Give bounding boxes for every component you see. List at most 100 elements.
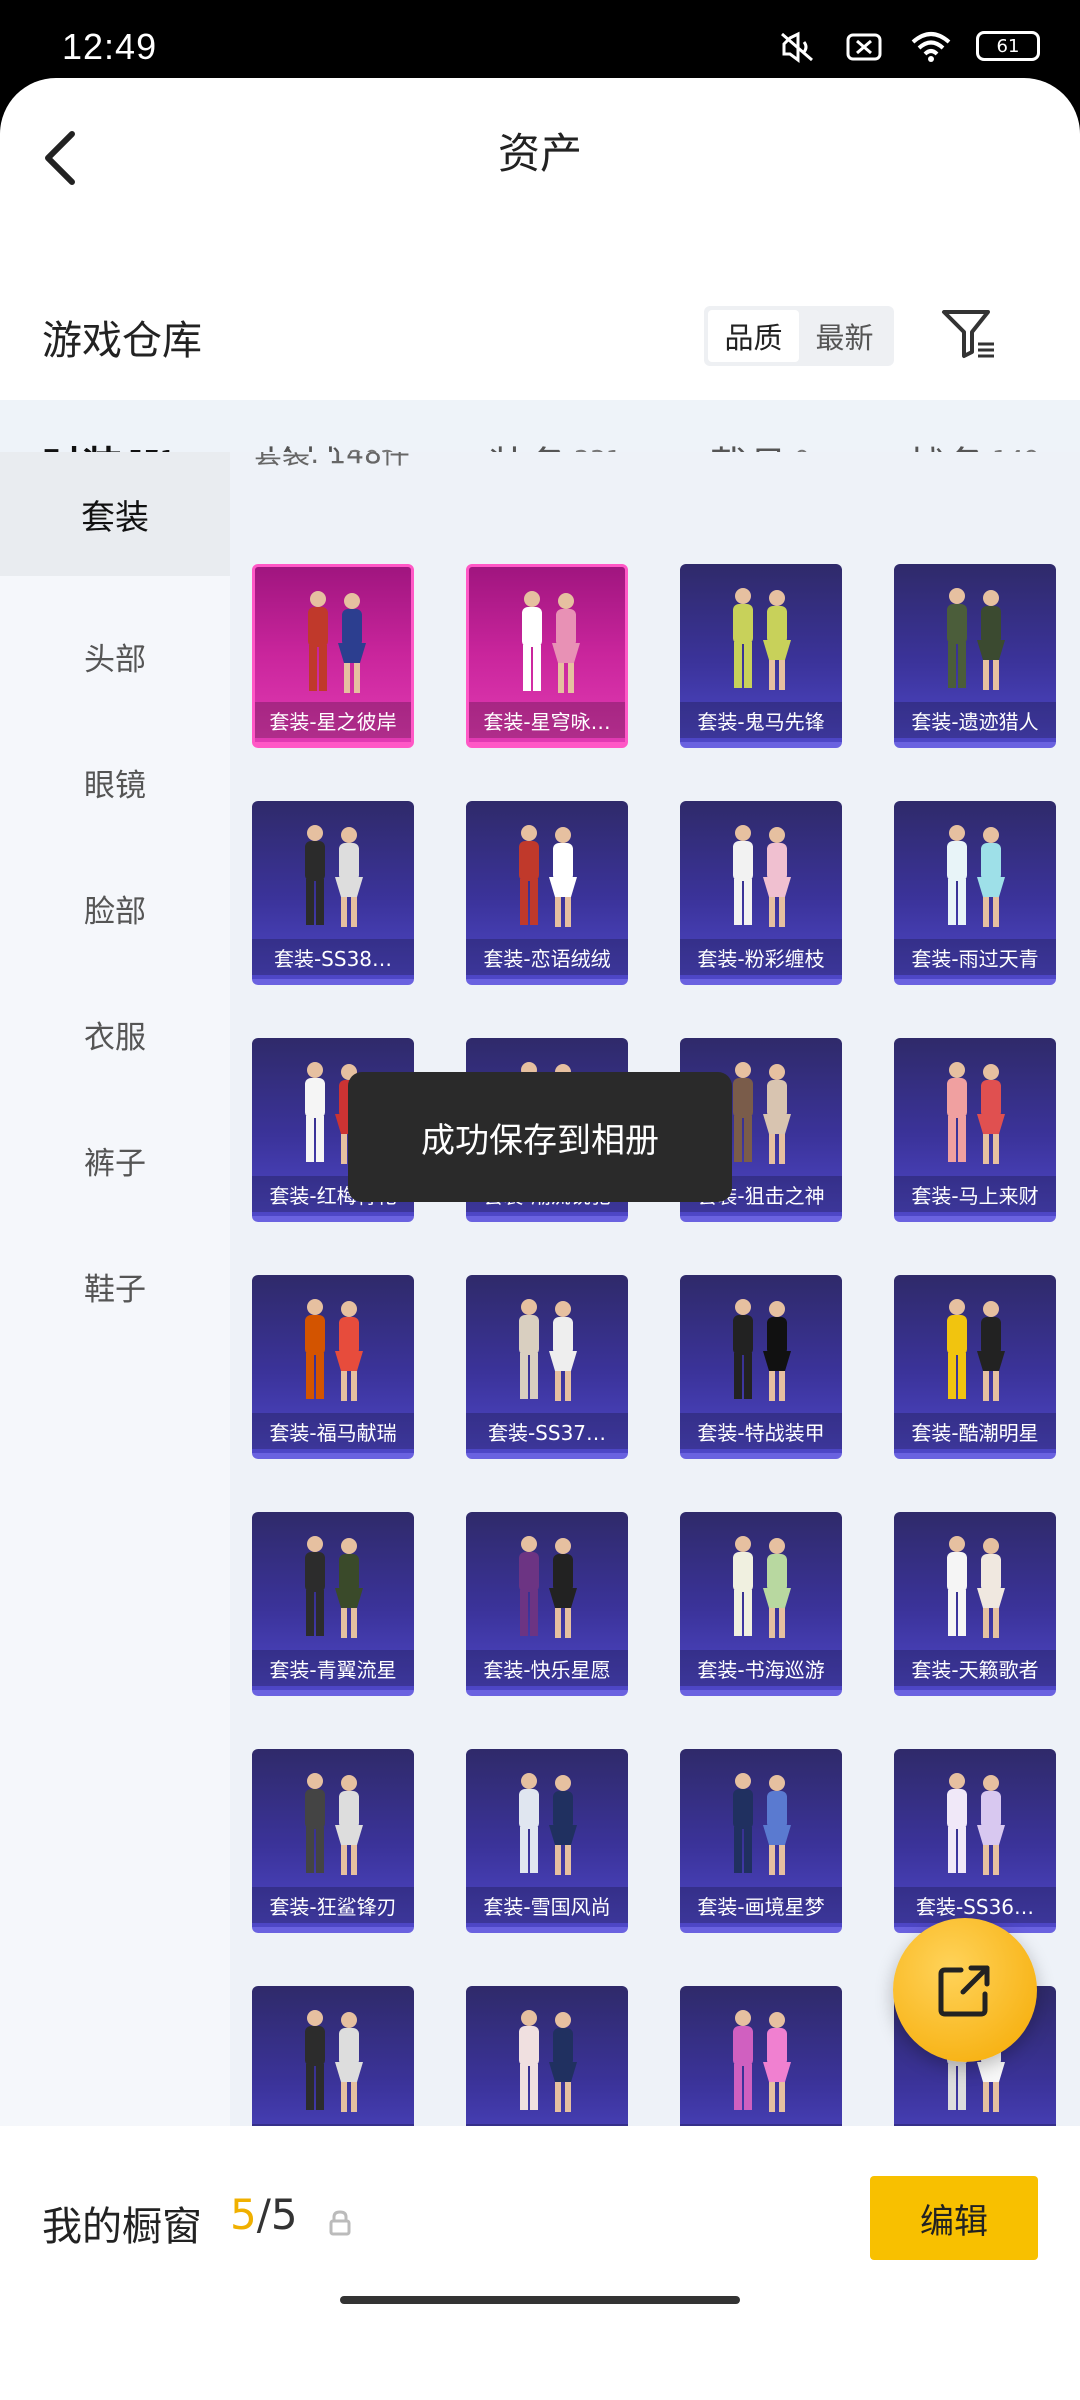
outfit-preview: [733, 1299, 791, 1401]
outfit-card[interactable]: 套装-马上来财: [894, 1038, 1056, 1222]
outfit-card-label: 套装-星穹咏…: [469, 702, 625, 738]
outfit-preview: [519, 1299, 577, 1401]
sidebar-item-suit[interactable]: 套装: [0, 452, 230, 576]
outfit-card-label: 套装-狂鲨锋刃: [252, 1887, 414, 1923]
outfit-preview: [947, 1536, 1005, 1638]
sort-toggle: 品质 最新: [704, 306, 894, 366]
outfit-card-label: 套装-特战装甲: [680, 1413, 842, 1449]
outfit-preview: [733, 1773, 791, 1875]
filter-button[interactable]: [940, 306, 996, 362]
outfit-card-label: 套装-福马献瑞: [252, 1413, 414, 1449]
outfit-card[interactable]: 套装-天籁歌者: [894, 1512, 1056, 1696]
outfit-preview: [947, 825, 1005, 927]
outfit-card-label: 套装-书海巡游: [680, 1650, 842, 1686]
subcategory-sidebar: 套装 头部 眼镜 脸部 衣服 裤子 鞋子: [0, 452, 230, 2126]
outfit-card[interactable]: 套装-炫彩糖果: [680, 1986, 842, 2126]
sidebar-item-pants[interactable]: 裤子: [0, 1098, 230, 1222]
home-indicator[interactable]: [340, 2296, 740, 2304]
outfit-preview: [308, 591, 366, 693]
lock-icon: [328, 2210, 352, 2236]
outfit-card[interactable]: 套装-SS38…: [252, 801, 414, 985]
outfit-card-label: 套装-雨过天青: [894, 939, 1056, 975]
outfit-card-label: 套装-画境星梦: [680, 1887, 842, 1923]
outfit-preview: [733, 2010, 791, 2112]
outfit-preview: [733, 588, 791, 690]
outfit-card[interactable]: 套装-星之彼岸: [252, 564, 414, 748]
outfit-preview: [305, 1773, 363, 1875]
outfit-card[interactable]: 套装-画境星梦: [680, 1749, 842, 1933]
outfit-card-label: 套装-酷潮明星: [894, 1413, 1056, 1449]
outfit-preview: [519, 2010, 577, 2112]
sort-quality-option[interactable]: 品质: [708, 310, 799, 362]
outfit-card[interactable]: 套装-书海巡游: [680, 1512, 842, 1696]
no-sim-icon: [844, 30, 884, 62]
outfit-card-label: 套装-星之彼岸: [255, 702, 411, 738]
outfit-card[interactable]: 套装-星穹咏…: [466, 564, 628, 748]
outfit-card-label: 套装-琴音绮想: [252, 2124, 414, 2126]
outfit-card-label: 套装-青翼流星: [252, 1650, 414, 1686]
outfit-card[interactable]: 套装-福马献瑞: [252, 1275, 414, 1459]
page-title: 资产: [497, 129, 582, 178]
outfit-card[interactable]: 套装-粉彩缠枝: [680, 801, 842, 985]
outfit-preview: [733, 1536, 791, 1638]
outfit-preview: [947, 1299, 1005, 1401]
warehouse-title: 游戏仓库: [42, 318, 202, 364]
outfit-card[interactable]: 套装-恋语绒绒: [466, 801, 628, 985]
status-time: 12:49: [62, 26, 158, 67]
outfit-card[interactable]: 套装-特战装甲: [680, 1275, 842, 1459]
outfit-card-label: 套装-SS38…: [252, 939, 414, 975]
outfit-preview: [947, 1062, 1005, 1164]
filter-icon: [942, 310, 994, 358]
toast-message: 成功保存到相册: [348, 1072, 732, 1202]
outfit-card-label: 套装-快乐星愿: [466, 1650, 628, 1686]
sidebar-item-glasses[interactable]: 眼镜: [0, 720, 230, 844]
outfit-card-label: 套装-午间小调: [894, 2124, 1056, 2126]
outfit-preview: [947, 1773, 1005, 1875]
sidebar-item-face[interactable]: 脸部: [0, 846, 230, 970]
outfit-preview: [305, 825, 363, 927]
sort-latest-option[interactable]: 最新: [799, 310, 890, 362]
share-icon: [938, 1965, 990, 2017]
outfit-card-label: 套装-雪国风尚: [466, 1887, 628, 1923]
sidebar-item-head[interactable]: 头部: [0, 594, 230, 718]
outfit-preview: [947, 588, 1005, 690]
outfit-card-label: 套装-粉彩缠枝: [680, 939, 842, 975]
outfit-card[interactable]: 套装-鬼马先锋: [680, 564, 842, 748]
edit-button[interactable]: 编辑: [870, 2176, 1038, 2260]
wifi-icon: [910, 30, 951, 62]
outfit-preview: [519, 1536, 577, 1638]
outfit-card[interactable]: 套装-雨过天青: [894, 801, 1056, 985]
outfit-preview: [522, 591, 580, 693]
outfit-card[interactable]: 套装-秘语星愿: [466, 1986, 628, 2126]
battery-icon: 61: [976, 31, 1040, 61]
item-grid: 套装: 148件 套装-星之彼岸 套装-星穹咏… 套装-鬼马先锋 套装-遗迹猎人 套装-…: [230, 452, 1080, 2126]
grid-count-header: 套装: 148件: [254, 452, 410, 470]
showcase-count: 5/5: [230, 2190, 298, 2239]
outfit-preview: [733, 825, 791, 927]
outfit-card-label: 套装-秘语星愿: [466, 2124, 628, 2126]
share-button[interactable]: [893, 1918, 1037, 2062]
outfit-card-label: 套装-炫彩糖果: [680, 2124, 842, 2126]
outfit-card-label: 套装-SS36…: [894, 1887, 1056, 1923]
outfit-card-label: 套装-天籁歌者: [894, 1650, 1056, 1686]
showcase-current: 5: [230, 2190, 257, 2239]
outfit-card[interactable]: 套装-遗迹猎人: [894, 564, 1056, 748]
sidebar-item-shoes[interactable]: 鞋子: [0, 1224, 230, 1348]
outfit-card[interactable]: 套装-狂鲨锋刃: [252, 1749, 414, 1933]
outfit-card[interactable]: 套装-SS37…: [466, 1275, 628, 1459]
showcase-total: /5: [256, 2190, 298, 2239]
outfit-card-label: 套装-遗迹猎人: [894, 702, 1056, 738]
outfit-card[interactable]: 套装-琴音绮想: [252, 1986, 414, 2126]
outfit-preview: [519, 825, 577, 927]
sidebar-item-clothes[interactable]: 衣服: [0, 972, 230, 1096]
outfit-card[interactable]: 套装-SS36…: [894, 1749, 1056, 1933]
outfit-card-label: 套装-马上来财: [894, 1176, 1056, 1212]
outfit-preview: [305, 1536, 363, 1638]
outfit-preview: [305, 2010, 363, 2112]
outfit-card-label: 套装-SS37…: [466, 1413, 628, 1449]
outfit-card[interactable]: 套装-青翼流星: [252, 1512, 414, 1696]
outfit-card[interactable]: 套装-快乐星愿: [466, 1512, 628, 1696]
outfit-card[interactable]: 套装-雪国风尚: [466, 1749, 628, 1933]
mute-icon: [778, 30, 818, 63]
outfit-card[interactable]: 套装-酷潮明星: [894, 1275, 1056, 1459]
